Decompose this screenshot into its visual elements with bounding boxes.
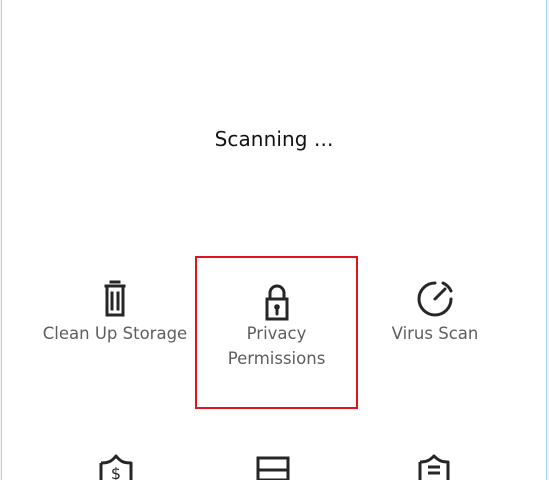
privacy-label-line1: Privacy [246,324,307,343]
scan-card: Scanning ... Clean Up Storage Privacy Pe… [2,0,546,480]
svg-text:$: $ [111,464,121,480]
lock-icon [255,279,299,323]
scan-status: Scanning ... [214,127,334,151]
shield-dollar-icon[interactable]: $ [93,454,139,480]
trash-icon [93,277,137,321]
clean-up-storage-button[interactable]: Clean Up Storage [26,279,204,369]
virus-scan-label: Virus Scan [391,324,479,343]
privacy-label-line2: Permissions [227,349,326,368]
privacy-permissions-label: Privacy Permissions [197,321,356,371]
document-shield-icon[interactable] [411,454,457,480]
scanner-screen: Scanning ... Clean Up Storage Privacy Pe… [0,0,549,480]
clean-up-storage-label: Clean Up Storage [42,324,188,343]
virus-scan-button[interactable]: Virus Scan [368,279,502,369]
privacy-permissions-button[interactable]: Privacy Permissions [195,256,358,409]
screen-icon[interactable] [250,454,296,480]
gauge-icon [413,277,457,321]
